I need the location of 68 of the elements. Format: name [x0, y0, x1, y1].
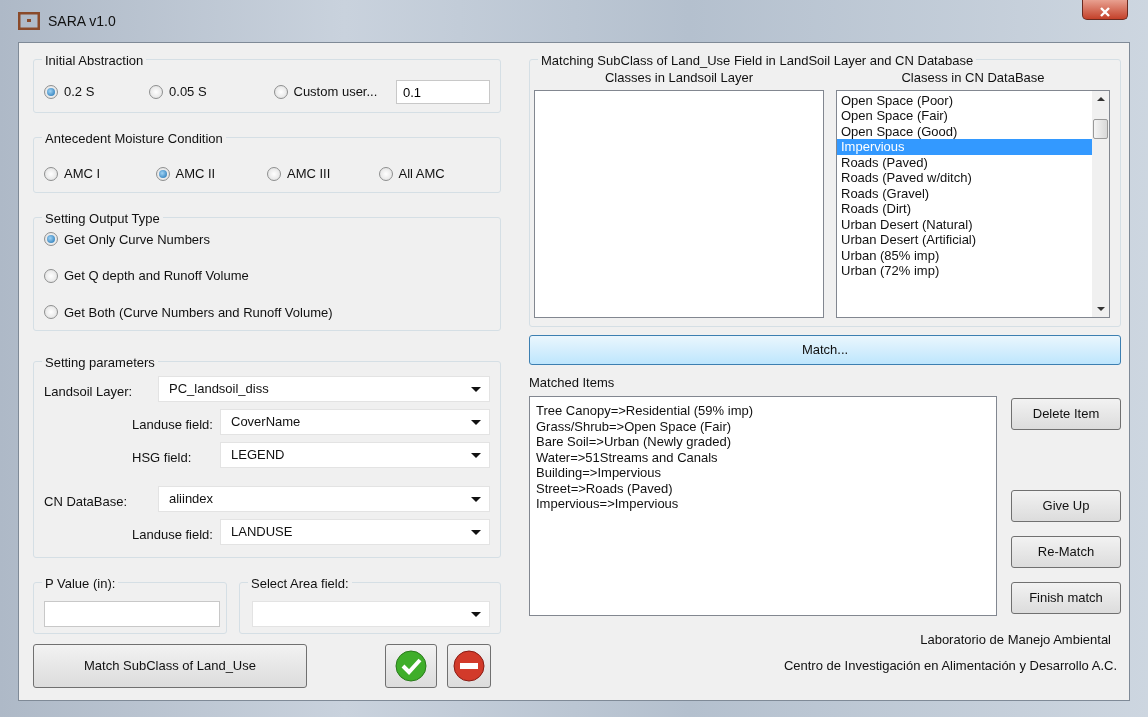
radio-button[interactable]: 0.2 S: [44, 82, 142, 102]
list-item[interactable]: Grass/Shrub=>Open Space (Fair): [530, 418, 996, 434]
column-header: Clasess in CN DataBase: [900, 69, 1046, 87]
side-button[interactable]: Re-Match: [1011, 536, 1121, 568]
list-item[interactable]: Roads (Paved): [837, 154, 1092, 170]
app-icon: [18, 12, 40, 30]
dropdown[interactable]: aliindex: [158, 486, 490, 512]
match-button[interactable]: Match...: [529, 334, 1121, 365]
list-item[interactable]: Tree Canopy=>Residential (59% imp): [530, 403, 996, 419]
radio-button[interactable]: AMC III: [267, 164, 379, 184]
window-title: SARA v1.0: [48, 11, 116, 31]
radio-button[interactable]: Get Only Curve Numbers: [44, 229, 490, 249]
confirm-button[interactable]: [385, 644, 437, 688]
scroll-thumb[interactable]: [1093, 118, 1108, 139]
list-item[interactable]: Urban Desert (Artificial): [837, 232, 1092, 248]
list-item[interactable]: Urban Desert (Natural): [837, 216, 1092, 232]
side-button[interactable]: Give Up: [1011, 490, 1121, 522]
field-label: Landuse field:: [132, 416, 214, 435]
field-label: HSG field:: [132, 449, 193, 468]
field-label: Landsoil Layer:: [44, 383, 134, 402]
list-item[interactable]: Water=>51Streams and Canals: [530, 449, 996, 465]
field-label: CN DataBase:: [44, 493, 129, 512]
radio-button[interactable]: 0.05 S: [149, 82, 266, 102]
radio-button[interactable]: Get Both (Curve Numbers and Runoff Volume): [44, 302, 490, 322]
list-item[interactable]: Roads (Paved w/ditch): [837, 170, 1092, 186]
list-item[interactable]: Bare Soil=>Urban (Newly graded): [530, 434, 996, 450]
credit-text: Laboratorio de Manejo Ambiental: [920, 631, 1111, 649]
caret-icon: [471, 611, 481, 617]
radio-button[interactable]: AMC II: [155, 164, 267, 184]
list-item[interactable]: Open Space (Poor): [837, 92, 1092, 108]
radio-button[interactable]: Get Q depth and Runoff Volume: [44, 266, 490, 286]
radio-button[interactable]: AMC I: [44, 164, 156, 184]
scroll-down-icon[interactable]: [1096, 306, 1105, 311]
list-item[interactable]: Impervious=>Impervious: [530, 496, 996, 512]
cancel-button[interactable]: [447, 644, 491, 688]
caret-icon: [471, 529, 481, 535]
radio-button[interactable]: Custom user...: [273, 82, 388, 102]
scroll-up-icon[interactable]: [1096, 96, 1105, 101]
list-item[interactable]: Roads (Gravel): [837, 185, 1092, 201]
list-item[interactable]: Urban (85% imp): [837, 247, 1092, 263]
list-item[interactable]: Building=>Impervious: [530, 465, 996, 481]
dropdown[interactable]: LANDUSE: [220, 519, 490, 545]
column-header: Classes in Landsoil Layer: [603, 69, 755, 87]
side-button[interactable]: Finish match: [1011, 582, 1121, 614]
dropdown[interactable]: CoverName: [220, 409, 490, 435]
caret-icon: [471, 419, 481, 425]
credit-text: Centro de Investigación en Alimentación y Desarrollo A.C.: [783, 656, 1117, 675]
list-item[interactable]: Open Space (Good): [837, 123, 1092, 139]
list-item[interactable]: Roads (Dirt): [837, 201, 1092, 217]
caret-icon: [471, 452, 481, 458]
radio-button[interactable]: All AMC: [378, 164, 490, 184]
section-label: Matched Items: [529, 373, 616, 392]
list-item[interactable]: Urban (72% imp): [837, 263, 1092, 279]
close-icon: [1100, 6, 1110, 17]
field-label: Landuse field:: [132, 526, 214, 545]
dropdown[interactable]: PC_landsoil_diss: [158, 376, 490, 402]
custom-value-field[interactable]: 0.1: [396, 80, 490, 104]
check-icon: [395, 650, 427, 682]
list-item[interactable]: Open Space (Fair): [837, 108, 1092, 124]
p-value-field[interactable]: [44, 601, 220, 627]
delete-button[interactable]: Delete Item: [1011, 398, 1121, 430]
close-button[interactable]: [1082, 0, 1128, 20]
match-subclass-button[interactable]: Match SubClass of Land_Use: [33, 644, 307, 688]
caret-icon: [471, 496, 481, 502]
list-item[interactable]: Street=>Roads (Paved): [530, 480, 996, 496]
minus-icon: [453, 650, 485, 682]
dropdown[interactable]: LEGEND: [220, 442, 490, 468]
caret-icon: [471, 386, 481, 392]
